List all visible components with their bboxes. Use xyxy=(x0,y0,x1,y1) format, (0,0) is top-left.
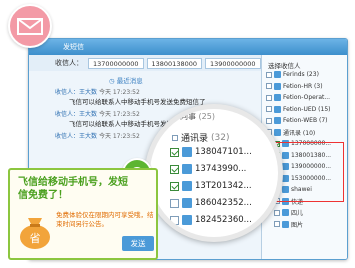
recipient-label: Fetion-UED (15) xyxy=(283,105,331,113)
contact-checkbox[interactable] xyxy=(170,215,179,225)
bag-char: 省 xyxy=(30,232,41,245)
group-icon xyxy=(274,82,281,90)
contact-label: 186042352... xyxy=(195,198,252,208)
recipient-picker-item[interactable]: 四儿 xyxy=(262,207,347,219)
message-time: 今天 17:23:52 xyxy=(98,111,140,118)
contact-icon xyxy=(182,164,192,174)
recipient-label: 通讯录 (10) xyxy=(283,129,316,137)
recipient-checkbox[interactable] xyxy=(266,117,272,124)
contact-label: 182452360... xyxy=(195,215,252,225)
magnifier-tab-count: (25) xyxy=(198,112,215,121)
window-title: 发短信 xyxy=(63,43,84,51)
magnifier-tab-label: 同事 xyxy=(180,112,196,121)
contact-checkbox[interactable] xyxy=(170,181,179,191)
magnifier-group[interactable]: 通讯录 (32) xyxy=(172,131,230,144)
message-meta: 收信人：王大数 今天 17:23:52 xyxy=(33,87,258,96)
contact-checkbox[interactable] xyxy=(170,198,179,208)
group-icon xyxy=(274,94,281,102)
recipient-picker-item[interactable]: Fetion-Operat... xyxy=(262,92,347,104)
recipient-label: Ferinds (23) xyxy=(283,71,319,79)
group-checkbox[interactable] xyxy=(172,134,178,141)
contact-icon xyxy=(182,215,192,225)
group-icon xyxy=(274,128,281,136)
recipient-checkbox[interactable] xyxy=(274,221,280,228)
recipient-label: 收信人： xyxy=(55,59,83,67)
recipient-picker-title: 选择收信人 xyxy=(268,62,301,70)
recipient-label: 图片 xyxy=(291,221,304,229)
recipient-tag[interactable]: 13700000000 xyxy=(88,57,144,69)
recipient-picker-item[interactable]: 图片 xyxy=(262,219,347,231)
send-button[interactable]: 发送 xyxy=(122,236,154,251)
recipient-tag[interactable]: 13900000000 xyxy=(205,57,261,69)
recent-messages-label: 最近消息 xyxy=(116,77,143,85)
magnifier-contact-row[interactable]: 13743990... xyxy=(170,164,246,174)
message-sender: 收信人：王大数 xyxy=(55,89,98,96)
promo-note: 免费体验仅在限期内可享受哦，结束时间另行公告。 xyxy=(56,211,154,228)
recipient-label: Fetion-WEB (7) xyxy=(283,117,328,125)
recipient-checkbox[interactable] xyxy=(266,71,272,78)
recipient-checkbox[interactable] xyxy=(266,94,272,101)
group-icon xyxy=(274,117,281,125)
contact-checkbox[interactable] xyxy=(170,164,179,174)
contact-icon xyxy=(282,220,289,228)
contact-icon xyxy=(182,147,192,157)
contact-checkbox[interactable] xyxy=(170,147,179,157)
recipient-picker-item[interactable]: 通讯录 (10) xyxy=(262,127,347,139)
message-sender: 收信人：王大数 xyxy=(55,111,98,118)
recipient-checkbox[interactable] xyxy=(274,209,280,216)
magnifier-lens: 同事 (25) 通讯录 (32) 138047101... 13743990...… xyxy=(145,104,283,242)
recipient-picker-item[interactable]: Fetion-WEB (7) xyxy=(262,115,347,127)
contact-icon xyxy=(182,198,192,208)
recipient-bar: 收信人： 13700000000 13800138000 13900000000 xyxy=(29,55,261,71)
money-bag-icon: 省 xyxy=(18,210,52,250)
contact-label: 13743990... xyxy=(195,164,247,174)
magnifier-contact-row[interactable]: 182452360... xyxy=(170,215,252,225)
group-icon xyxy=(274,71,281,79)
message-time: 今天 17:23:52 xyxy=(98,89,140,96)
magnifier-contact-row[interactable]: 186042352... xyxy=(170,198,252,208)
clock-icon: ◷ xyxy=(109,77,115,85)
recipient-tag[interactable]: 13800138000 xyxy=(146,57,202,69)
recipient-label: 四儿 xyxy=(291,210,304,218)
recent-messages-link[interactable]: ◷ 最近消息 xyxy=(109,75,143,85)
recipient-checkbox[interactable] xyxy=(266,106,272,113)
promo-title: 飞信给移动手机号，发短信免费了！ xyxy=(18,177,128,201)
recipient-picker-item[interactable]: Fetion-HR (3) xyxy=(262,81,347,93)
window-titlebar: 发短信 xyxy=(29,39,347,55)
message-sender: 收信人：王大数 xyxy=(55,133,98,140)
magnifier-group-count: (32) xyxy=(211,132,230,143)
recipient-picker-item[interactable]: Ferinds (23) xyxy=(262,69,347,81)
message-time: 今天 17:23:52 xyxy=(98,133,140,140)
magnifier-contact-row[interactable]: 13T201342... xyxy=(170,181,252,191)
magnifier-contact-row[interactable]: 138047101... xyxy=(170,147,252,157)
magnifier-tab[interactable]: 同事 (25) xyxy=(180,111,215,122)
magnifier-group-label: 通讯录 xyxy=(181,134,209,144)
contact-icon xyxy=(282,209,289,217)
contact-label: 138047101... xyxy=(195,147,252,157)
recipient-label: Fetion-HR (3) xyxy=(283,82,323,90)
contact-icon xyxy=(182,181,192,191)
recipient-label: Fetion-Operat... xyxy=(283,94,331,102)
group-icon xyxy=(274,105,281,113)
mail-bubble-icon xyxy=(8,4,52,48)
contact-label: 13T201342... xyxy=(195,181,252,191)
recipient-checkbox[interactable] xyxy=(266,83,272,90)
promo-card: 飞信给移动手机号，发短信免费了！ 省 免费体验仅在限期内可享受哦，结束时间另行公… xyxy=(8,168,158,260)
recipient-picker-item[interactable]: Fetion-UED (15) xyxy=(262,104,347,116)
